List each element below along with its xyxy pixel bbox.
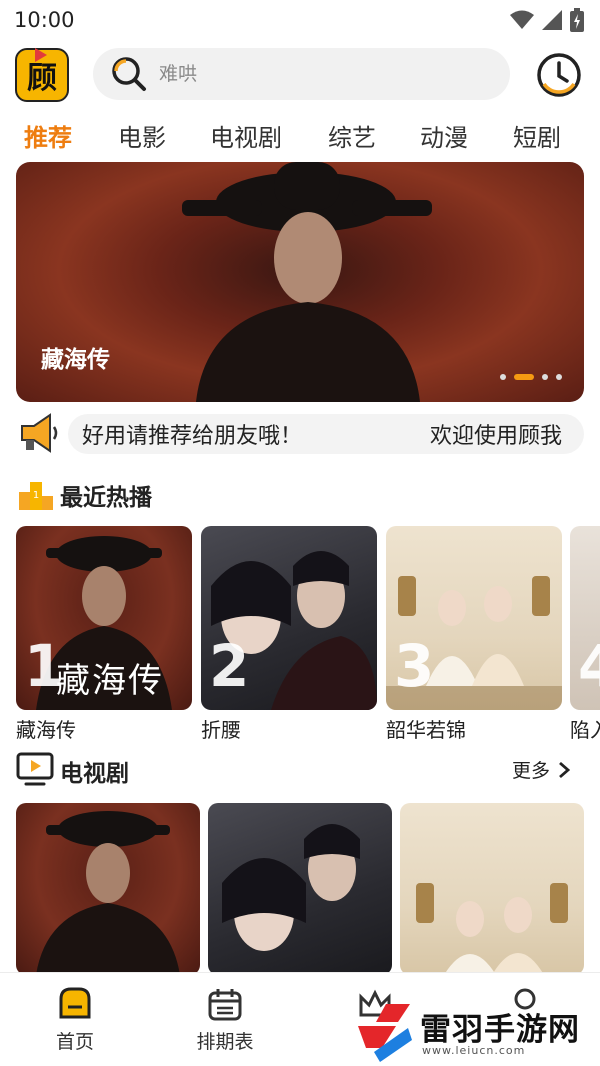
rank-number: 4: [578, 632, 600, 700]
tv-icon: [16, 752, 54, 786]
tab-movies[interactable]: 电影: [118, 118, 166, 153]
tab-anime[interactable]: 动漫: [420, 118, 468, 153]
chevron-right-icon: [559, 761, 570, 778]
history-clock-icon[interactable]: [536, 52, 582, 98]
tv-section-title: 电视剧: [60, 761, 129, 787]
signal-icon: [542, 10, 562, 30]
rank-number: 3: [394, 632, 435, 700]
notice-text-a: 好用请推荐给朋友哦！: [82, 424, 303, 449]
rank-number: 2: [209, 632, 250, 700]
nav-schedule[interactable]: 排期表: [175, 987, 275, 1054]
tv-poster-1[interactable]: [16, 803, 200, 975]
nav-schedule-label: 排期表: [196, 1031, 254, 1053]
poster-artwork: [416, 883, 568, 975]
hot-poster-2-name[interactable]: 折腰: [201, 714, 241, 743]
hot-poster-2[interactable]: 2: [201, 526, 377, 710]
banner-title: 藏海传: [41, 347, 110, 373]
search-icon: [112, 57, 146, 91]
status-time: 10:00: [14, 8, 75, 32]
tv-more-link[interactable]: 更多: [512, 756, 570, 783]
featured-banner[interactable]: 藏海传: [16, 162, 584, 402]
tv-poster-2[interactable]: [208, 803, 392, 975]
search-input[interactable]: [159, 63, 459, 85]
megaphone-icon: [21, 413, 58, 453]
hot-poster-4[interactable]: 4: [570, 526, 600, 710]
site-watermark: 雷羽手游网 www.leiucn.com: [352, 1000, 600, 1066]
poster-caption: 藏海传: [56, 661, 164, 701]
status-bar: 10:00: [0, 0, 600, 40]
watermark-url: www.leiucn.com: [422, 1044, 526, 1057]
tv-section-header: 电视剧 更多: [16, 750, 584, 790]
wifi-icon: [510, 10, 534, 29]
watermark-title: 雷羽手游网: [420, 1012, 580, 1048]
search-bar[interactable]: [93, 48, 510, 100]
banner-dot-active[interactable]: [514, 374, 534, 380]
watermark-logo: [358, 1004, 412, 1062]
hot-poster-3[interactable]: 3: [386, 526, 562, 710]
app-logo[interactable]: 顾: [15, 48, 69, 102]
hot-poster-1-name[interactable]: 藏海传: [16, 714, 76, 743]
notice-bar: 好用请推荐给朋友哦！ 欢迎使用顾我: [16, 408, 584, 460]
top-bar: 顾: [0, 44, 600, 106]
notice-marquee: 好用请推荐给朋友哦！ 欢迎使用顾我: [68, 414, 584, 454]
more-label: 更多: [511, 760, 550, 782]
banner-pagination: [500, 374, 562, 380]
svg-text:1: 1: [33, 490, 39, 501]
podium-icon: 1: [19, 482, 53, 510]
banner-dot[interactable]: [500, 374, 506, 380]
calendar-icon: [208, 989, 242, 1021]
battery-icon: [570, 8, 584, 32]
tv-poster-3[interactable]: [400, 803, 584, 975]
hot-section-title: 最近热播: [60, 485, 152, 511]
banner-dot[interactable]: [542, 374, 548, 380]
poster-artwork: [222, 824, 360, 951]
banner-dot[interactable]: [556, 374, 562, 380]
tab-recommend[interactable]: 推荐: [24, 118, 72, 153]
notice-text-b: 欢迎使用顾我: [430, 424, 563, 449]
play-icon: [35, 48, 47, 62]
hot-section-header: 1 最近热播: [16, 474, 584, 514]
tab-tv-series[interactable]: 电视剧: [210, 118, 282, 153]
tab-short-drama[interactable]: 短剧: [513, 118, 561, 153]
hot-poster-4-name[interactable]: 陷入: [570, 714, 600, 743]
nav-home-label: 首页: [55, 1031, 94, 1053]
category-tabs: 推荐 电影 电视剧 综艺 动漫 短剧: [0, 112, 600, 162]
poster-artwork: [36, 811, 180, 975]
tab-variety[interactable]: 综艺: [328, 118, 376, 153]
nav-home[interactable]: 首页: [25, 987, 125, 1054]
home-icon: [59, 987, 91, 1019]
status-icons: [510, 8, 584, 32]
hot-poster-1[interactable]: 1 藏海传: [16, 526, 192, 710]
hot-poster-3-name[interactable]: 韶华若锦: [386, 714, 466, 743]
